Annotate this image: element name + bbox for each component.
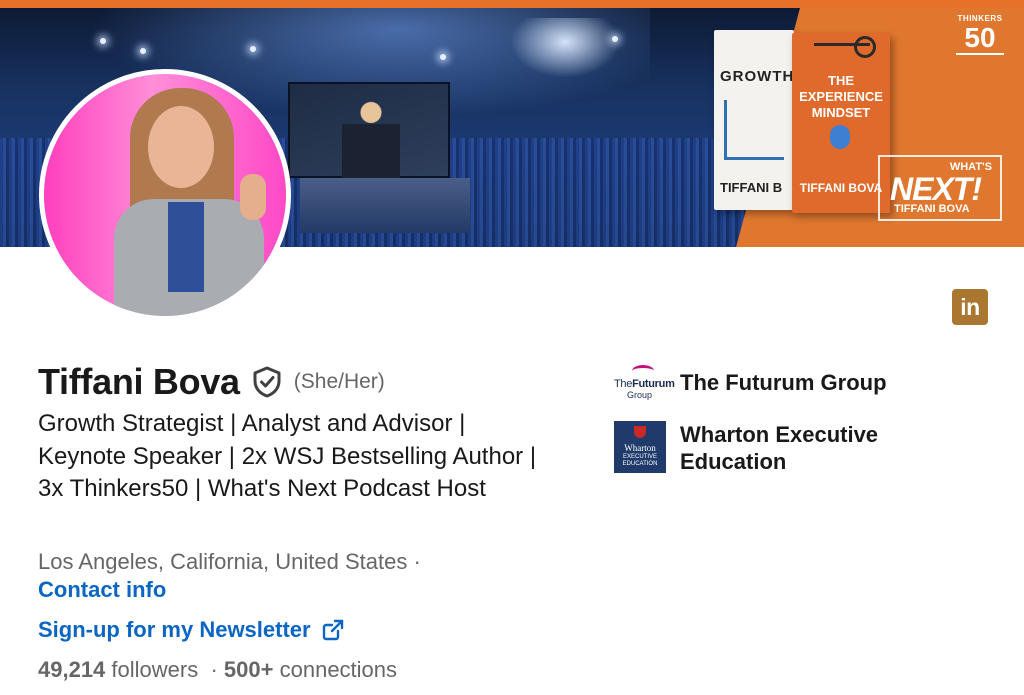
profile-headline: Growth Strategist | Analyst and Advisor … — [38, 410, 537, 502]
company-name: The Futurum Group — [680, 370, 887, 395]
company-name: Wharton Executive Education — [680, 422, 879, 474]
stage-light — [612, 36, 618, 42]
keyhole-icon — [830, 125, 850, 149]
newsletter-link[interactable]: Sign-up for my Newsletter — [38, 617, 344, 643]
wharton-shield-icon — [634, 426, 646, 438]
company-wharton[interactable]: Wharton EXECUTIVE EDUCATION Wharton Execu… — [614, 421, 878, 475]
linkedin-icon[interactable]: in — [952, 289, 988, 325]
external-link-icon — [322, 619, 343, 641]
book-growth-iq: GROWTH TIFFANI B — [714, 30, 794, 210]
contact-info-link[interactable]: Contact info — [38, 577, 166, 603]
profile-stats: 49,214 followers · 500+ connections — [38, 657, 397, 683]
profile-avatar[interactable] — [39, 69, 291, 321]
thinkers50-logo: THINKERS 50 — [956, 14, 1004, 55]
key-icon — [814, 36, 876, 58]
book-experience-mindset: THE EXPERIENCE MINDSET TIFFANI BOVA — [792, 33, 890, 213]
newsletter-label: Sign-up for my Newsletter — [38, 617, 311, 642]
speaker-on-screen — [342, 94, 400, 178]
stage-floor — [300, 178, 470, 233]
profile-name: Tiffani Bova — [38, 361, 240, 402]
stage-light — [440, 54, 446, 60]
connections-count[interactable]: 500+ — [224, 657, 274, 682]
whats-next-podcast-logo: WHAT'S NEXT! TIFFANI BOVA — [878, 155, 1002, 221]
followers-count[interactable]: 49,214 — [38, 657, 105, 682]
stats-separator: · — [210, 657, 218, 682]
book-chart-graphic — [724, 100, 784, 160]
pronouns: (She/Her) — [293, 370, 385, 393]
book-author: TIFFANI B — [720, 180, 783, 195]
book-title: GROWTH — [720, 68, 795, 85]
stage-light — [140, 48, 146, 54]
connections-label: connections — [279, 657, 398, 682]
company-futurum[interactable]: TheFuturum Group The Futurum Group — [614, 365, 887, 401]
followers-label: followers — [111, 657, 199, 682]
futurum-logo: TheFuturum Group — [614, 365, 675, 401]
wharton-logo: Wharton EXECUTIVE EDUCATION — [614, 421, 666, 473]
profile-name-row: Tiffani Bova (She/Her) — [38, 361, 385, 403]
banner-top-strip — [0, 0, 1024, 8]
shield-check-icon[interactable] — [252, 366, 282, 398]
stage-light — [250, 46, 256, 52]
profile-location: Los Angeles, California, United States · — [38, 549, 421, 574]
stage-light — [100, 38, 106, 44]
book-title: THE EXPERIENCE MINDSET — [799, 73, 883, 120]
stage-screen — [288, 82, 450, 178]
stage-light-beam — [510, 18, 620, 78]
book-author: TIFFANI BOVA — [799, 181, 883, 195]
